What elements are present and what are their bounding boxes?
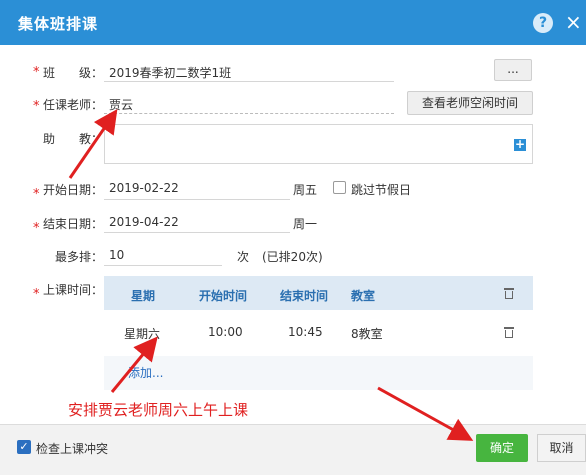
row-weekday: 星期六 <box>124 327 161 341</box>
start-date-field[interactable]: 2019-02-22 <box>109 181 179 195</box>
dialog-titlebar: 集体班排课 ? × <box>0 0 586 45</box>
schedule-dialog: 集体班排课 ? × * 班 级： 2019春季初二数学1班 ... * 任课老师… <box>0 0 586 475</box>
teacher-field[interactable]: 贾云 <box>109 96 133 113</box>
header-room: 教室 <box>351 289 376 303</box>
max-label: 最多排： <box>55 250 104 264</box>
start-date-label: 开始日期： <box>43 183 104 197</box>
check-conflict-checkbox[interactable]: ✓ <box>17 440 31 454</box>
required-mark: * <box>33 287 40 302</box>
row-end-time: 10:45 <box>288 325 323 339</box>
skip-holidays-checkbox[interactable] <box>333 181 346 194</box>
required-mark: * <box>33 221 40 236</box>
row-start-time: 10:00 <box>208 325 243 339</box>
assistant-label: 助 教： <box>43 132 104 146</box>
header-weekday: 星期 <box>131 289 156 303</box>
teacher-free-time-button[interactable]: 查看老师空闲时间 <box>407 91 533 115</box>
table-row[interactable]: 星期六 10:00 10:45 8教室 <box>104 310 533 356</box>
teacher-field-underline <box>104 113 394 114</box>
teacher-label: 任课老师： <box>43 98 104 112</box>
end-date-field[interactable]: 2019-04-22 <box>109 215 179 229</box>
schedule-table-header: 星期 开始时间 结束时间 教室 <box>104 276 533 310</box>
max-note: (已排20次) <box>262 250 323 264</box>
dialog-title: 集体班排课 <box>18 15 99 33</box>
add-schedule-link[interactable]: 添加... <box>128 364 163 381</box>
required-mark: * <box>33 99 40 114</box>
skip-holidays-label[interactable]: 跳过节假日 <box>351 181 411 198</box>
start-weekday: 周五 <box>293 183 318 197</box>
end-date-underline <box>104 232 290 233</box>
assistant-textarea[interactable] <box>104 124 533 164</box>
annotation-text: 安排贾云老师周六上午上课 <box>68 401 249 419</box>
header-end-time: 结束时间 <box>280 289 329 303</box>
max-field-underline <box>104 265 222 266</box>
cancel-button[interactable]: 取消 <box>537 434 586 462</box>
schedule-table: 星期 开始时间 结束时间 教室 星期六 10:00 10:45 8教室 添加..… <box>104 276 533 390</box>
add-assistant-icon[interactable]: + <box>514 138 526 151</box>
check-conflict-label[interactable]: 检查上课冲突 <box>36 440 108 457</box>
required-mark: * <box>33 65 40 80</box>
class-field-underline <box>104 81 394 82</box>
class-browse-button[interactable]: ... <box>494 59 532 81</box>
max-unit: 次 <box>237 250 250 264</box>
delete-all-icon[interactable] <box>504 288 514 299</box>
start-date-underline <box>104 199 290 200</box>
close-icon[interactable]: × <box>565 10 582 34</box>
schedule-label: 上课时间： <box>43 283 104 297</box>
help-icon[interactable]: ? <box>533 13 553 33</box>
delete-row-icon[interactable] <box>504 327 514 338</box>
ok-button[interactable]: 确定 <box>476 434 528 462</box>
end-date-label: 结束日期： <box>43 217 104 231</box>
row-room: 8教室 <box>351 327 383 341</box>
class-field[interactable]: 2019春季初二数学1班 <box>109 64 231 81</box>
end-weekday: 周一 <box>293 217 318 231</box>
max-field[interactable]: 10 <box>109 248 124 262</box>
required-mark: * <box>33 187 40 202</box>
class-label: 班 级： <box>43 66 104 80</box>
header-start-time: 开始时间 <box>199 289 248 303</box>
